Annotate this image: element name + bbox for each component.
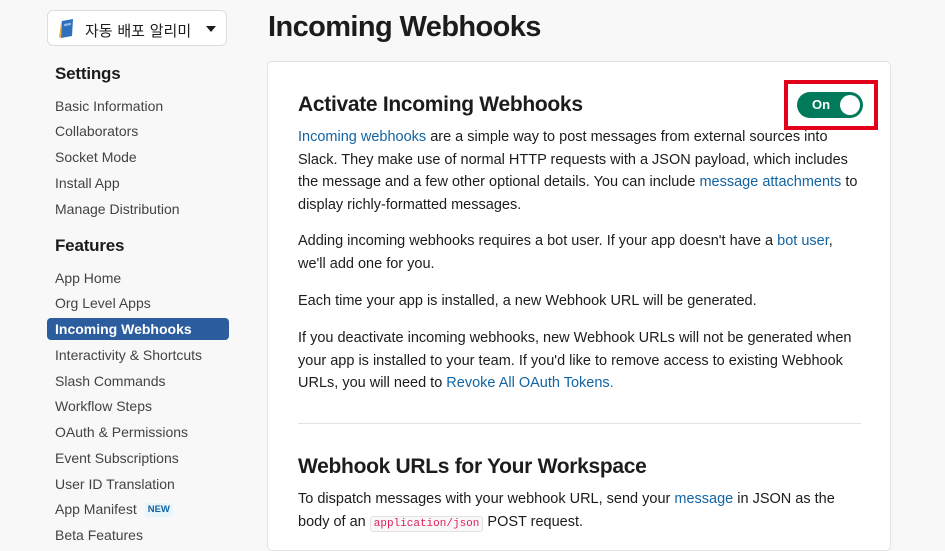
highlight-box: [784, 80, 878, 130]
sidebar-item-interactivity-shortcuts[interactable]: Interactivity & Shortcuts: [47, 344, 229, 366]
workspace-paragraph-1: To dispatch messages with your webhook U…: [298, 488, 863, 535]
activate-paragraph-4: If you deactivate incoming webhooks, new…: [298, 327, 863, 395]
new-badge: NEW: [144, 503, 173, 517]
page-title: Incoming Webhooks: [268, 11, 541, 43]
sidebar-item-app-home[interactable]: App Home: [47, 267, 229, 289]
sidebar-item-workflow-steps[interactable]: Workflow Steps: [47, 395, 229, 417]
sidebar-item-event-subscriptions[interactable]: Event Subscriptions: [47, 447, 229, 469]
activate-paragraph-2: Adding incoming webhooks requires a bot …: [298, 230, 863, 275]
activate-paragraph-3: Each time your app is installed, a new W…: [298, 293, 757, 309]
features-section-title: Features: [55, 236, 125, 255]
sidebar-item-manage-distribution[interactable]: Manage Distribution: [47, 198, 229, 220]
app-icon: [59, 19, 73, 38]
incoming-webhooks-link[interactable]: Incoming webhooks: [298, 129, 426, 145]
webhooks-card: Activate Incoming Webhooks On Incoming w…: [267, 61, 891, 551]
settings-section-title: Settings: [55, 64, 121, 83]
sidebar-item-app-manifest[interactable]: App Manifest NEW: [47, 498, 229, 520]
sidebar-item-basic-information[interactable]: Basic Information: [47, 95, 229, 117]
message-attachments-link[interactable]: message attachments: [699, 174, 841, 190]
sidebar-item-beta-features[interactable]: Beta Features: [47, 524, 229, 546]
chevron-down-icon: [206, 26, 216, 32]
sidebar-item-incoming-webhooks[interactable]: Incoming Webhooks: [47, 318, 229, 340]
activate-heading: Activate Incoming Webhooks: [298, 93, 583, 116]
revoke-tokens-link[interactable]: Revoke All OAuth Tokens.: [446, 375, 613, 391]
sidebar-item-socket-mode[interactable]: Socket Mode: [47, 146, 229, 168]
bot-user-link[interactable]: bot user: [777, 233, 829, 249]
code-snippet: application/json: [369, 515, 484, 532]
sidebar-item-label: App Manifest: [55, 501, 137, 517]
app-selector[interactable]: 자동 배포 알리미: [47, 10, 227, 46]
paragraph-text: POST request.: [483, 513, 584, 530]
sidebar-item-oauth-permissions[interactable]: OAuth & Permissions: [47, 421, 229, 443]
section-divider: [298, 423, 861, 424]
paragraph-text: To dispatch messages with your webhook U…: [298, 491, 675, 507]
sidebar-item-collaborators[interactable]: Collaborators: [47, 120, 229, 142]
activate-paragraph-1: Incoming webhooks are a simple way to po…: [298, 126, 863, 216]
workspace-heading: Webhook URLs for Your Workspace: [298, 455, 647, 478]
sidebar-item-org-level-apps[interactable]: Org Level Apps: [47, 292, 229, 314]
paragraph-text: Adding incoming webhooks requires a bot …: [298, 233, 778, 249]
message-link[interactable]: message: [674, 491, 733, 507]
sidebar-item-install-app[interactable]: Install App: [47, 172, 229, 194]
sidebar-item-user-id-translation[interactable]: User ID Translation: [47, 473, 229, 495]
sidebar: 자동 배포 알리미 Settings Basic Information Col…: [0, 0, 245, 543]
sidebar-item-slash-commands[interactable]: Slash Commands: [47, 370, 229, 392]
app-name: 자동 배포 알리미: [85, 22, 192, 40]
